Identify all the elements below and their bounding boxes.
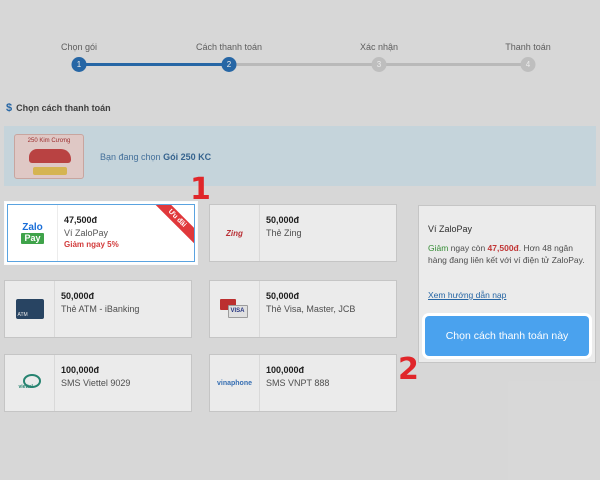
payment-price: 50,000đ	[61, 291, 95, 301]
visa-card-icon	[219, 299, 250, 319]
step-dot-1[interactable]: 1	[71, 57, 87, 72]
payment-price: 100,000đ	[61, 365, 100, 375]
checkout-stepper: Chọn gói 1 Cách thanh toán 2 Xác nhận 3 …	[0, 36, 600, 76]
guide-link[interactable]: Xem hướng dẫn nạp	[428, 290, 506, 300]
atm-card-icon	[15, 299, 44, 319]
step-label-choose-package: Chọn gói	[60, 42, 98, 52]
info-desc-price: 47,500đ	[487, 243, 519, 253]
selected-package-name: Gói 250 KC	[163, 152, 212, 162]
payment-price: 50,000đ	[266, 215, 300, 225]
promo-ribbon: Ưu đãi	[154, 205, 194, 245]
vinaphone-logo-text: vinaphone	[216, 379, 252, 387]
selected-package-prefix: Bạn đang chọn	[100, 152, 161, 162]
step-label-payment-method: Cách thanh toán	[195, 42, 263, 52]
payment-option-atm[interactable]: 50,000đ Thẻ ATM - iBanking	[4, 280, 192, 338]
payment-name: Ví ZaloPay	[64, 228, 109, 238]
payment-option-visa[interactable]: 50,000đ Thẻ Visa, Master, JCB	[209, 280, 397, 338]
payment-name: SMS Viettel 9029	[61, 378, 131, 388]
choose-payment-button[interactable]: Chọn cách thanh toán này	[425, 316, 589, 356]
payment-option-zalopay[interactable]: Zalo Pay 47,500đ Ví ZaloPay Giảm ngay 5%…	[5, 202, 197, 264]
payment-name: SMS VNPT 888	[266, 378, 330, 388]
info-panel-title: Ví ZaloPay	[428, 224, 473, 234]
zing-logo-text: Zing	[226, 228, 243, 238]
payment-option-zing-card[interactable]: Zing 50,000đ Thẻ Zing	[209, 204, 397, 262]
zing-logo: Zing	[210, 205, 260, 261]
zalopay-logo-bottom: Pay	[21, 233, 44, 244]
step-dot-3: 3	[371, 57, 387, 72]
stepper-line-completed	[79, 63, 229, 66]
payment-price: 47,500đ	[64, 215, 98, 225]
selected-package-banner: 250 Kim Cương Bạn đang chọn Gói 250 KC	[4, 126, 596, 186]
section-title-text: Chọn cách thanh toán	[16, 103, 111, 113]
payment-price: 50,000đ	[266, 291, 300, 301]
badge-icon	[33, 167, 67, 175]
zalopay-logo-top: Zalo	[22, 222, 43, 233]
payment-name: Thẻ ATM - iBanking	[61, 304, 140, 314]
info-desc-mid: ngay còn	[448, 243, 488, 253]
viettel-logo	[5, 355, 55, 411]
step-dot-4: 4	[520, 57, 536, 72]
payment-price: 100,000đ	[266, 365, 305, 375]
annotation-number-1: 1	[190, 172, 211, 207]
selected-package-text: Bạn đang chọn Gói 250 KC	[100, 152, 211, 162]
payment-discount: Giảm ngay 5%	[64, 240, 119, 249]
dollar-icon: $	[6, 102, 13, 114]
payment-option-vnpt-sms[interactable]: vinaphone 100,000đ SMS VNPT 888	[209, 354, 397, 412]
vinaphone-logo: vinaphone	[210, 355, 260, 411]
promo-ribbon-text: Ưu đãi	[154, 205, 194, 245]
zalopay-logo: Zalo Pay	[8, 205, 58, 261]
step-label-payment: Thanh toán	[505, 42, 551, 52]
payment-name: Thẻ Zing	[266, 228, 302, 238]
annotation-number-2: 2	[398, 352, 419, 387]
payment-option-viettel-sms[interactable]: 100,000đ SMS Viettel 9029	[4, 354, 192, 412]
section-title: $ Chọn cách thanh toán	[6, 102, 111, 114]
visa-card-logo	[210, 281, 260, 337]
package-thumbnail-title: 250 Kim Cương	[27, 138, 71, 144]
info-desc-highlight: Giảm	[428, 243, 449, 253]
viettel-icon	[16, 374, 44, 392]
info-panel-description: Giảm ngay còn 47,500đ. Hơn 48 ngân hàng …	[428, 242, 590, 266]
package-thumbnail: 250 Kim Cương	[14, 134, 84, 179]
step-dot-2[interactable]: 2	[221, 57, 237, 72]
atm-card-logo	[5, 281, 55, 337]
step-label-confirm: Xác nhận	[359, 42, 399, 52]
car-icon	[29, 149, 71, 163]
payment-name: Thẻ Visa, Master, JCB	[266, 304, 356, 314]
